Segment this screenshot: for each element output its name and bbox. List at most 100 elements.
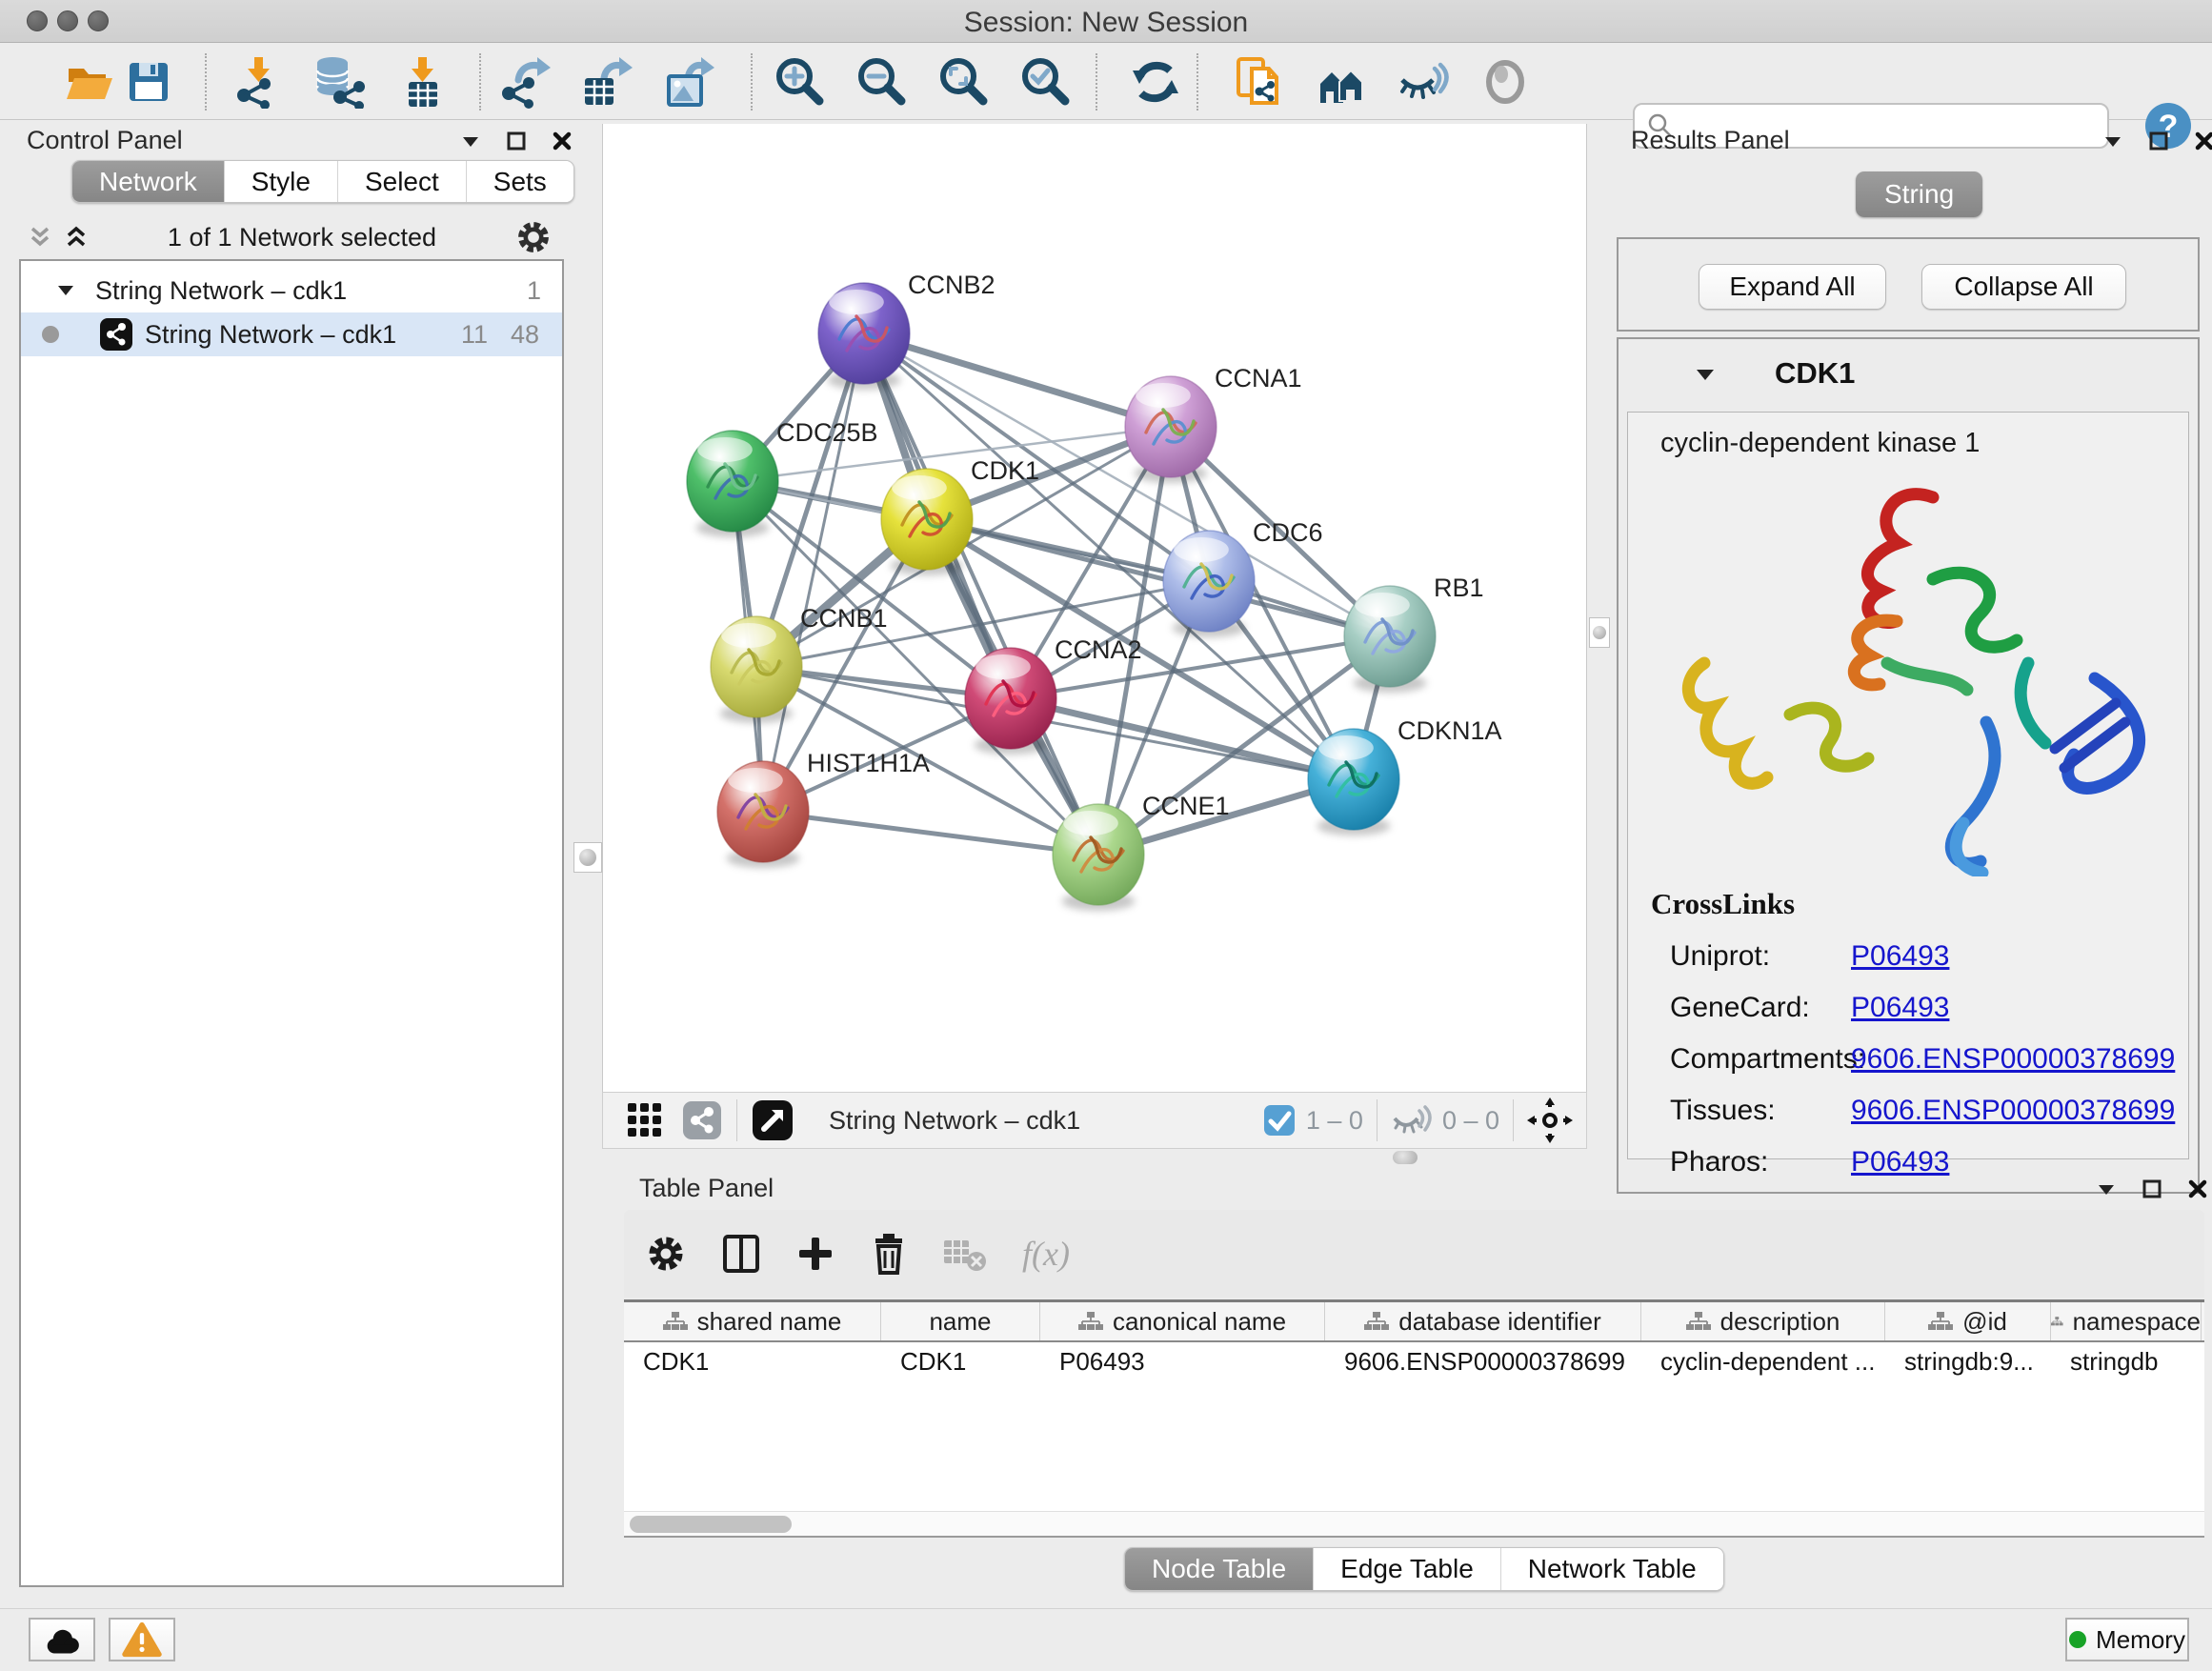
- table-cell[interactable]: P06493: [1040, 1342, 1325, 1380]
- hidden-eye-slash-icon[interactable]: [1391, 1103, 1433, 1137]
- export-image-button[interactable]: [661, 55, 714, 109]
- import-table-icon: [395, 55, 449, 109]
- tab-network[interactable]: Network: [72, 161, 225, 202]
- zoom-fit-button[interactable]: [937, 55, 991, 109]
- table-cell[interactable]: stringdb:9...: [1885, 1342, 2051, 1380]
- control-panel-collapse-icon[interactable]: [461, 134, 480, 148]
- crosslink-label: Uniprot:: [1670, 940, 1851, 973]
- tree-expand-icon[interactable]: [57, 285, 74, 296]
- import-network-button[interactable]: [231, 55, 285, 109]
- save-session-button[interactable]: [122, 55, 175, 109]
- table-cell[interactable]: cyclin-dependent ...: [1641, 1342, 1885, 1380]
- table-horizontal-scrollbar[interactable]: [624, 1511, 2204, 1536]
- control-panel-float-icon[interactable]: [507, 131, 526, 151]
- warnings-button[interactable]: [109, 1618, 175, 1661]
- delete-table-icon: [942, 1235, 988, 1273]
- collapse-all-button[interactable]: Collapse All: [1921, 264, 2126, 310]
- pan-crosshair-icon[interactable]: [1527, 1097, 1573, 1143]
- node-table: shared namenamecanonical namedatabase id…: [624, 1299, 2204, 1538]
- results-panel-close-icon[interactable]: [2195, 131, 2212, 151]
- open-session-button[interactable]: [63, 55, 116, 109]
- export-table-button[interactable]: [579, 55, 633, 109]
- control-panel-close-icon[interactable]: [553, 131, 572, 151]
- expand-all-icon[interactable]: [63, 225, 90, 250]
- right-splitter-handle[interactable]: [1589, 617, 1610, 648]
- hide-selected-button[interactable]: [1397, 55, 1450, 109]
- clone-network-button[interactable]: [1233, 55, 1286, 109]
- node-label: RB1: [1434, 574, 1484, 602]
- table-cell[interactable]: CDK1: [624, 1342, 881, 1380]
- show-welcome-button[interactable]: [1315, 55, 1368, 109]
- column-header-@id[interactable]: @id: [1885, 1302, 2051, 1340]
- network-node-CCNA2[interactable]: CCNA2: [965, 635, 1142, 755]
- network-node-CCNE1[interactable]: CCNE1: [1053, 792, 1230, 911]
- collapse-all-icon[interactable]: [27, 225, 53, 250]
- network-node-RB1[interactable]: RB1: [1344, 574, 1484, 693]
- column-type-icon: [1928, 1311, 1953, 1332]
- zoom-out-button[interactable]: [855, 55, 909, 109]
- tab-sets[interactable]: Sets: [467, 161, 573, 202]
- import-table-button[interactable]: [395, 55, 449, 109]
- horizontal-splitter-handle[interactable]: [1393, 1151, 1418, 1164]
- column-header-shared-name[interactable]: shared name: [624, 1302, 881, 1340]
- show-hidden-button[interactable]: [1478, 55, 1532, 109]
- column-type-icon: [1078, 1311, 1103, 1332]
- gene-collapse-icon[interactable]: [1695, 367, 1716, 381]
- table-cell[interactable]: stringdb: [2051, 1342, 2202, 1380]
- crosslink-link[interactable]: 9606.ENSP00000378699: [1851, 1043, 2175, 1076]
- tab-node-table[interactable]: Node Table: [1125, 1548, 1314, 1590]
- refresh-view-button[interactable]: [1129, 55, 1182, 109]
- network-options-gear-icon[interactable]: [514, 218, 553, 256]
- crosslink-link[interactable]: P06493: [1851, 940, 1949, 973]
- column-header-canonical-name[interactable]: canonical name: [1040, 1302, 1325, 1340]
- crosslink-label: Compartments:: [1670, 1043, 1851, 1076]
- network-row-selected[interactable]: String Network – cdk1 11 48: [21, 312, 562, 356]
- table-panel-collapse-icon[interactable]: [2097, 1182, 2116, 1196]
- cloud-status-button[interactable]: [29, 1618, 95, 1661]
- table-panel-float-icon[interactable]: [2142, 1179, 2162, 1198]
- add-column-icon[interactable]: [795, 1234, 835, 1274]
- network-collection-row[interactable]: String Network – cdk1 1: [21, 269, 562, 312]
- tab-select[interactable]: Select: [338, 161, 467, 202]
- network-node-CDKN1A[interactable]: CDKN1A: [1308, 716, 1502, 836]
- table-cell[interactable]: 9606.ENSP00000378699: [1325, 1342, 1641, 1380]
- network-node-HIST1H1A[interactable]: HIST1H1A: [717, 749, 930, 868]
- tab-style[interactable]: Style: [225, 161, 338, 202]
- table-settings-gear-icon[interactable]: [645, 1233, 687, 1275]
- expand-all-button[interactable]: Expand All: [1699, 264, 1886, 310]
- table-header-row: shared namenamecanonical namedatabase id…: [624, 1302, 2204, 1342]
- column-header-database-identifier[interactable]: database identifier: [1325, 1302, 1641, 1340]
- table-panel-close-icon[interactable]: [2188, 1179, 2207, 1198]
- zoom-selected-button[interactable]: [1019, 55, 1073, 109]
- selected-checkbox-icon[interactable]: [1262, 1103, 1297, 1137]
- scrollbar-thumb[interactable]: [630, 1516, 792, 1533]
- column-header-namespace[interactable]: namespace: [2051, 1302, 2202, 1340]
- results-panel-float-icon[interactable]: [2149, 131, 2168, 151]
- network-node-CCNB1[interactable]: CCNB1: [711, 604, 888, 723]
- network-node-CDC6[interactable]: CDC6: [1163, 518, 1323, 637]
- column-header-name[interactable]: name: [881, 1302, 1040, 1340]
- network-share-icon[interactable]: [681, 1099, 723, 1141]
- memory-button[interactable]: Memory: [2065, 1618, 2189, 1661]
- grid-view-icon[interactable]: [626, 1101, 664, 1139]
- tab-edge-table[interactable]: Edge Table: [1314, 1548, 1501, 1590]
- left-splitter-handle[interactable]: [573, 842, 602, 873]
- table-panel-title: Table Panel: [639, 1174, 774, 1203]
- gene-section-header[interactable]: CDK1: [1619, 339, 2198, 408]
- table-tabs: Node TableEdge TableNetwork Table: [1124, 1547, 1724, 1591]
- network-canvas[interactable]: CCNB2CCNA1CDC25BCDK1CDC6RB1CCNB1CCNA2CDK…: [602, 124, 1587, 1092]
- export-network-button[interactable]: [497, 55, 551, 109]
- table-cell[interactable]: CDK1: [881, 1342, 1040, 1380]
- delete-column-trash-icon[interactable]: [870, 1232, 908, 1276]
- birds-eye-view-icon[interactable]: [751, 1098, 794, 1142]
- zoom-in-button[interactable]: [774, 55, 827, 109]
- crosslink-link[interactable]: 9606.ENSP00000378699: [1851, 1095, 2175, 1127]
- show-columns-icon[interactable]: [721, 1233, 761, 1275]
- column-header-description[interactable]: description: [1641, 1302, 1885, 1340]
- crosslink-link[interactable]: P06493: [1851, 992, 1949, 1024]
- import-network-database-button[interactable]: [313, 55, 367, 109]
- tab-network-table[interactable]: Network Table: [1501, 1548, 1723, 1590]
- results-panel-collapse-icon[interactable]: [2103, 134, 2122, 148]
- tab-string[interactable]: String: [1856, 171, 1982, 217]
- table-row[interactable]: CDK1CDK1P064939606.ENSP00000378699cyclin…: [624, 1342, 2204, 1380]
